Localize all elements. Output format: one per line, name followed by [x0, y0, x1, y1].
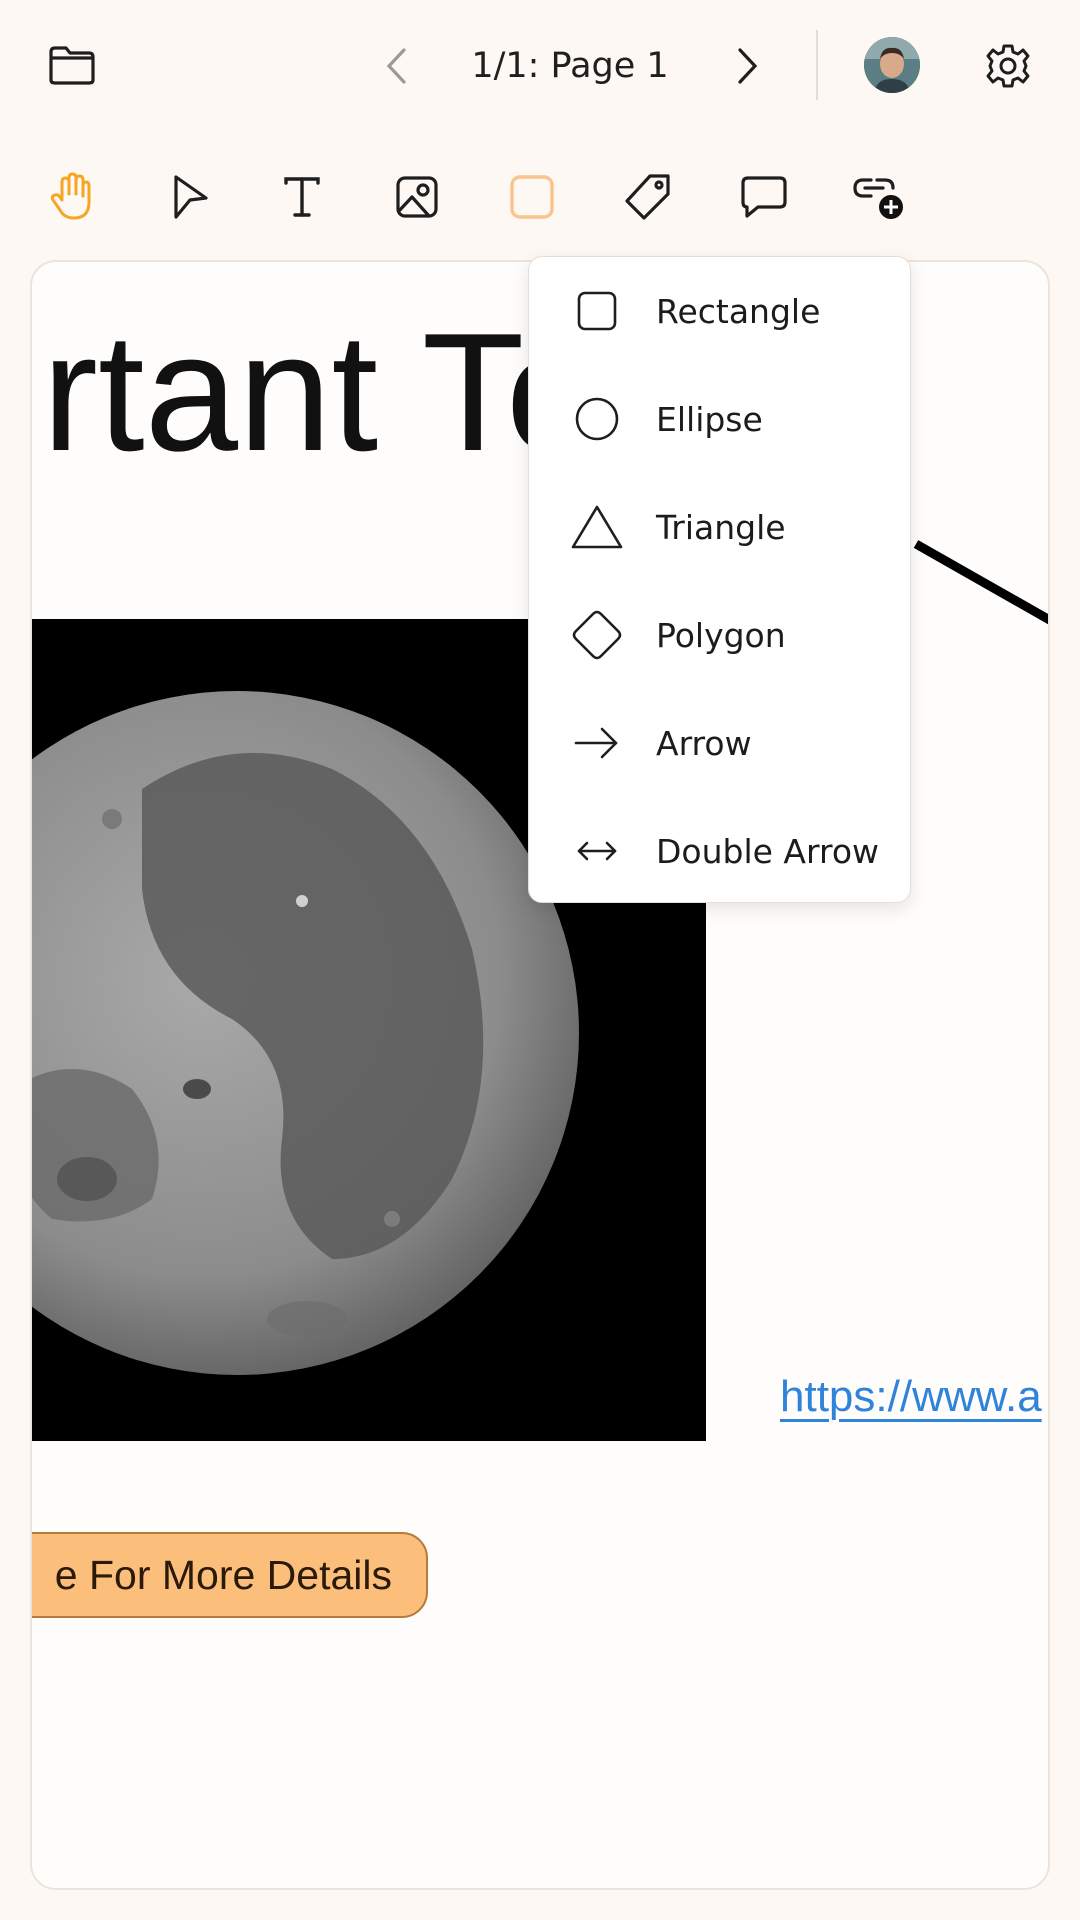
- menu-item-rectangle[interactable]: Rectangle: [529, 257, 912, 365]
- top-bar: 1/1: Page 1: [0, 0, 1080, 130]
- arrow-icon: [569, 715, 625, 771]
- folder-icon[interactable]: [44, 40, 100, 90]
- text-icon[interactable]: [270, 165, 334, 229]
- divider: [816, 30, 818, 100]
- menu-item-label: Arrow: [656, 723, 752, 763]
- menu-item-label: Triangle: [656, 507, 786, 547]
- rectangle-icon: [569, 283, 625, 339]
- tag-icon[interactable]: [616, 165, 680, 229]
- menu-item-label: Polygon: [656, 615, 786, 655]
- menu-item-label: Ellipse: [656, 399, 763, 439]
- chevron-right-icon[interactable]: [728, 44, 768, 88]
- menu-item-arrow[interactable]: Arrow: [529, 689, 912, 797]
- menu-item-triangle[interactable]: Triangle: [529, 473, 912, 581]
- tool-bar: [0, 155, 1080, 235]
- shape-icon[interactable]: [500, 165, 564, 229]
- menu-item-double-arrow[interactable]: Double Arrow: [529, 797, 912, 905]
- details-button[interactable]: e For More Details: [32, 1532, 428, 1618]
- menu-item-polygon[interactable]: Polygon: [529, 581, 912, 689]
- comment-icon[interactable]: [732, 165, 796, 229]
- ellipse-icon: [569, 391, 625, 447]
- pointer-icon[interactable]: [158, 165, 222, 229]
- double-arrow-icon: [569, 823, 625, 879]
- link-add-icon[interactable]: [846, 165, 910, 229]
- details-button-label: e For More Details: [54, 1551, 392, 1598]
- app-root: 1/1: Page 1 rtant To https://www.a e For…: [0, 0, 1080, 1920]
- page-indicator[interactable]: 1/1: Page 1: [470, 44, 670, 88]
- menu-item-label: Rectangle: [656, 291, 821, 331]
- avatar[interactable]: [864, 37, 920, 93]
- shape-menu: Rectangle Ellipse Triangle Polygon Arrow: [528, 256, 911, 903]
- menu-item-ellipse[interactable]: Ellipse: [529, 365, 912, 473]
- link-text[interactable]: https://www.a: [780, 1372, 1042, 1422]
- menu-item-label: Double Arrow: [656, 831, 880, 871]
- hand-icon[interactable]: [40, 165, 104, 229]
- triangle-icon: [569, 499, 625, 555]
- image-icon[interactable]: [385, 165, 449, 229]
- gear-icon[interactable]: [982, 40, 1034, 92]
- polygon-icon: [569, 607, 625, 663]
- chevron-left-icon[interactable]: [376, 44, 416, 88]
